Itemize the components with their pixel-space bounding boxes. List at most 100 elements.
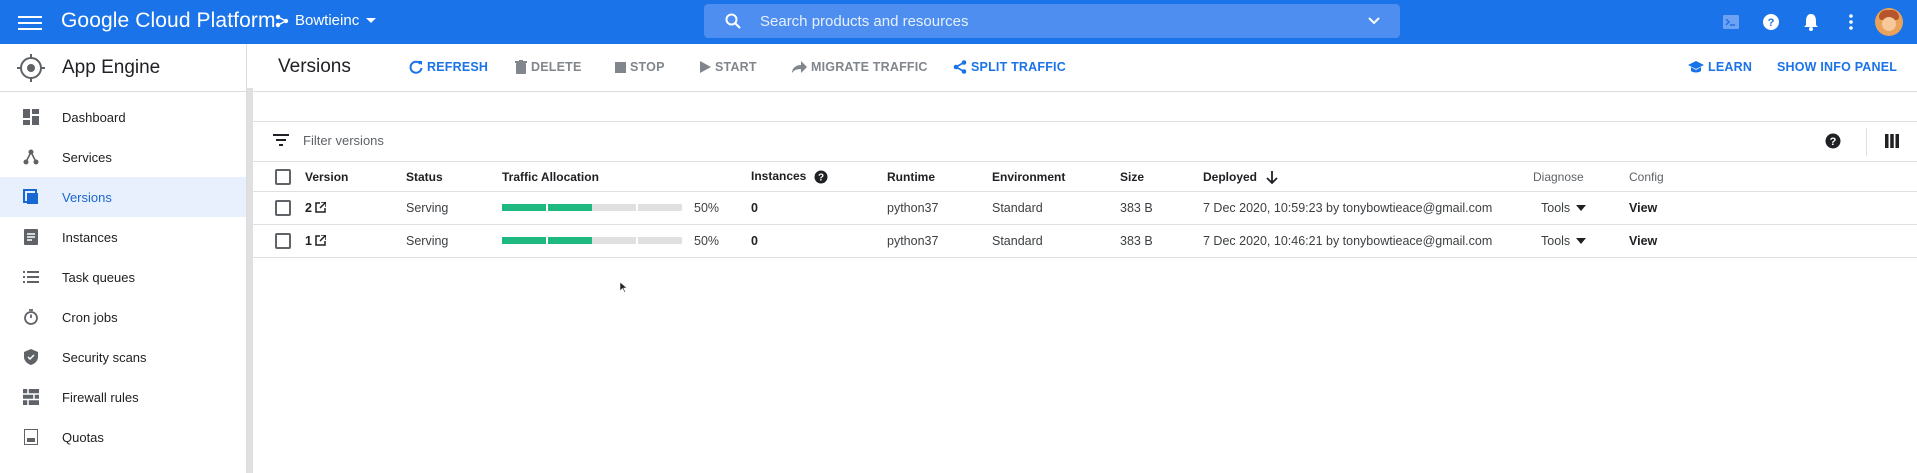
- instances-icon: [0, 229, 62, 245]
- sidebar-header: App Engine: [0, 44, 246, 92]
- arrow-down-icon: [1266, 170, 1278, 185]
- select-all-cell: [253, 163, 305, 192]
- show-info-panel-button[interactable]: SHOW INFO PANEL: [1777, 60, 1897, 74]
- help-icon[interactable]: ?: [1751, 0, 1791, 44]
- filter-icon[interactable]: [273, 134, 289, 146]
- sidebar-item-label: Quotas: [62, 429, 104, 445]
- col-status[interactable]: Status: [406, 163, 502, 192]
- sidebar-item-label: Task queues: [62, 269, 135, 285]
- split-label: SPLIT TRAFFIC: [971, 60, 1066, 74]
- view-config-link[interactable]: View: [1629, 201, 1657, 215]
- sidebar-item-instances[interactable]: Instances: [0, 217, 246, 257]
- more-vert-icon[interactable]: [1831, 0, 1871, 44]
- filter-bar: ?: [253, 122, 1917, 162]
- col-version[interactable]: Version: [305, 163, 406, 192]
- menu-icon[interactable]: [18, 12, 42, 32]
- sidebar-item-label: Dashboard: [62, 109, 126, 125]
- migrate-traffic-button[interactable]: MIGRATE TRAFFIC: [791, 60, 928, 74]
- columns-icon[interactable]: [1885, 134, 1899, 148]
- mouse-cursor-icon: [620, 282, 628, 293]
- sidebar-item-label: Firewall rules: [62, 389, 139, 405]
- sidebar-item-quotas[interactable]: Quotas: [0, 417, 246, 457]
- version-link[interactable]: 2: [305, 201, 326, 215]
- play-icon: [700, 61, 711, 73]
- page-title: Versions: [278, 56, 351, 77]
- sidebar-item-label: Security scans: [62, 349, 147, 365]
- status-cell: Serving: [406, 224, 502, 258]
- terminal-icon[interactable]: [1711, 0, 1751, 44]
- trash-icon: [515, 60, 527, 74]
- learn-button[interactable]: LEARN: [1688, 60, 1752, 74]
- chevron-down-icon: [366, 17, 377, 23]
- split-traffic-button[interactable]: SPLIT TRAFFIC: [953, 60, 1066, 74]
- delete-button[interactable]: DELETE: [515, 60, 582, 74]
- chevron-down-icon[interactable]: [1366, 13, 1382, 29]
- sidebar-item-dashboard[interactable]: Dashboard: [0, 97, 246, 137]
- sidebar-item-firewall-rules[interactable]: Firewall rules: [0, 377, 246, 417]
- search-input[interactable]: [760, 9, 1320, 33]
- svg-text:?: ?: [1768, 17, 1775, 29]
- col-instances[interactable]: Instances ?: [751, 163, 887, 192]
- project-selector[interactable]: Bowtieinc: [275, 12, 377, 29]
- bar-divider: [636, 204, 638, 212]
- product-title: App Engine: [62, 56, 161, 78]
- col-environment[interactable]: Environment: [992, 163, 1120, 192]
- environment-cell: Standard: [992, 224, 1120, 258]
- row-checkbox[interactable]: [275, 232, 291, 249]
- divider: [1866, 128, 1867, 156]
- services-icon: [0, 149, 62, 165]
- external-link-icon: [315, 235, 326, 246]
- help-icon[interactable]: ?: [1825, 133, 1841, 149]
- sidebar-item-versions[interactable]: Versions: [0, 177, 246, 217]
- bar-divider: [546, 237, 548, 245]
- sidebar: App Engine Dashboard Services Versions I…: [0, 44, 247, 473]
- learn-label: LEARN: [1708, 60, 1753, 74]
- school-icon: [1688, 60, 1704, 72]
- refresh-button[interactable]: REFRESH: [409, 60, 488, 74]
- col-traffic[interactable]: Traffic Allocation: [502, 163, 751, 192]
- sidebar-item-label: Instances: [62, 229, 118, 245]
- col-runtime[interactable]: Runtime: [887, 163, 992, 192]
- info-panel-label: SHOW INFO PANEL: [1777, 60, 1898, 74]
- tools-dropdown[interactable]: Tools: [1541, 233, 1587, 248]
- search-icon: [725, 13, 741, 29]
- col-instances-label: Instances: [751, 169, 807, 184]
- versions-table: Version Status Traffic Allocation Instan…: [253, 163, 1917, 258]
- start-button[interactable]: START: [700, 60, 757, 74]
- sidebar-item-label: Versions: [62, 189, 112, 205]
- row-checkbox[interactable]: [275, 199, 291, 216]
- tools-dropdown[interactable]: Tools: [1541, 201, 1587, 215]
- sidebar-item-services[interactable]: Services: [0, 137, 246, 177]
- runtime-cell: python37: [887, 224, 992, 258]
- notifications-icon[interactable]: [1791, 0, 1831, 44]
- spacer: [253, 92, 1917, 122]
- help-icon[interactable]: ?: [814, 170, 828, 184]
- tools-label: Tools: [1541, 233, 1571, 248]
- table-row: 1 Serving 50% 0 python37 Standard 383 B …: [253, 224, 1917, 258]
- top-bar: Google Cloud Platform Bowtieinc ?: [0, 0, 1917, 44]
- runtime-cell: python37: [887, 191, 992, 225]
- sidebar-item-label: Services: [62, 149, 112, 165]
- select-all-checkbox[interactable]: [275, 168, 291, 185]
- version-link[interactable]: 1: [305, 234, 326, 248]
- split-icon: [953, 60, 967, 74]
- view-config-link[interactable]: View: [1629, 234, 1657, 248]
- col-size[interactable]: Size: [1120, 163, 1203, 192]
- avatar[interactable]: [1875, 8, 1903, 36]
- refresh-icon: [409, 60, 423, 74]
- traffic-bar: [502, 237, 682, 245]
- col-deployed[interactable]: Deployed: [1203, 163, 1533, 192]
- traffic-percent: 50%: [694, 233, 720, 248]
- svg-text:?: ?: [818, 173, 824, 184]
- stop-button[interactable]: STOP: [615, 60, 665, 74]
- sidebar-item-task-queues[interactable]: Task queues: [0, 257, 246, 297]
- search-bar[interactable]: [704, 4, 1400, 38]
- delete-label: DELETE: [531, 60, 582, 74]
- toolbar: Versions REFRESH DELETE STOP START MIGRA…: [253, 44, 1917, 92]
- sidebar-item-cron-jobs[interactable]: Cron jobs: [0, 297, 246, 337]
- traffic-bar: [502, 204, 682, 212]
- brand-title[interactable]: Google Cloud Platform: [61, 9, 276, 33]
- filter-input[interactable]: [303, 133, 803, 148]
- firewall-icon: [0, 389, 62, 405]
- sidebar-item-security-scans[interactable]: Security scans: [0, 337, 246, 377]
